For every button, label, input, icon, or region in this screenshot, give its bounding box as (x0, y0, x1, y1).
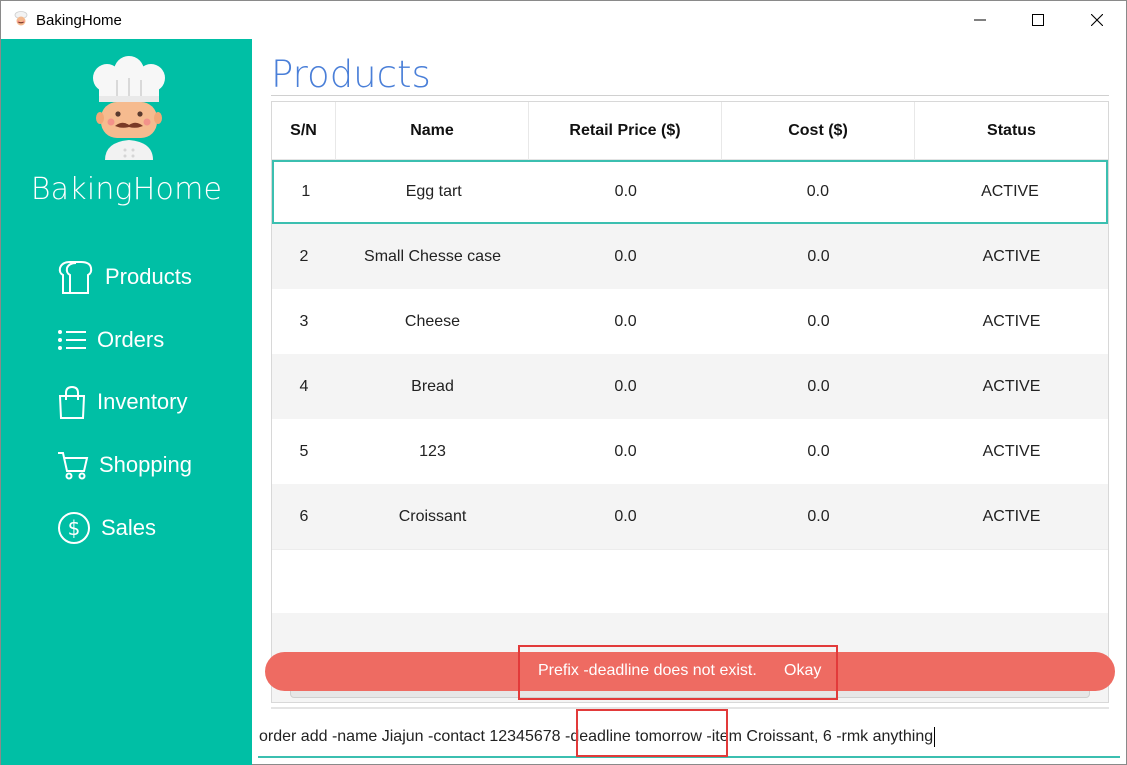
chef-icon (91, 56, 167, 160)
cell-retail-price: 0.0 (614, 507, 637, 525)
sidebar: BakingHome Products Orders Inventory Sho… (1, 39, 252, 765)
app-logo-icon (13, 11, 29, 27)
close-icon (1091, 14, 1103, 26)
window-title: BakingHome (36, 12, 122, 29)
cell-sn: 4 (299, 377, 309, 395)
cell-name: Croissant (398, 507, 467, 525)
command-text-after: -item Croissant, 6 -rmk anything (701, 728, 934, 745)
cell-status: ACTIVE (982, 442, 1041, 460)
cell-status: ACTIVE (982, 247, 1041, 265)
app-window: BakingHome BakingHome Products Orders In… (0, 0, 1127, 765)
cell-name: 123 (419, 442, 446, 460)
cell-cost: 0.0 (807, 377, 830, 395)
cell-cost: 0.0 (807, 312, 830, 330)
divider (271, 95, 1109, 96)
table-header: S/N Name Retail Price ($) Cost ($) Statu… (272, 102, 1108, 160)
column-header-cost[interactable]: Cost ($) (722, 102, 915, 160)
annotation-box-command (576, 709, 728, 757)
empty-row (272, 549, 1108, 613)
minimize-button[interactable] (951, 1, 1009, 39)
cell-retail-price: 0.0 (614, 442, 637, 460)
cell-sn: 3 (299, 312, 309, 330)
list-icon (58, 330, 86, 350)
column-header-status[interactable]: Status (915, 102, 1108, 160)
cell-sn: 2 (299, 247, 309, 265)
maximize-button[interactable] (1009, 1, 1067, 39)
title-bar: BakingHome (1, 1, 1126, 39)
sidebar-item-sales[interactable]: $ Sales (57, 508, 156, 548)
close-button[interactable] (1068, 1, 1126, 39)
table-row[interactable]: 6 Croissant 0.0 0.0 ACTIVE (272, 484, 1108, 549)
column-header-retail-price[interactable]: Retail Price ($) (529, 102, 722, 160)
table-row[interactable]: 5 123 0.0 0.0 ACTIVE (272, 419, 1108, 484)
cell-name: Cheese (404, 312, 461, 330)
sidebar-item-label: Products (105, 264, 192, 289)
table-row[interactable]: 3 Cheese 0.0 0.0 ACTIVE (272, 289, 1108, 354)
table-row[interactable]: 1 Egg tart 0.0 0.0 ACTIVE (272, 160, 1108, 224)
cell-sn: 1 (301, 183, 311, 200)
cell-name: Egg tart (405, 183, 462, 200)
table-body: 1 Egg tart 0.0 0.0 ACTIVE 2 Small Chesse… (272, 160, 1108, 613)
sidebar-item-label: Inventory (97, 389, 188, 414)
cell-retail-price: 0.0 (614, 247, 637, 265)
command-text-before: order add -name Jiajun -contact 12345678 (259, 728, 565, 745)
table-row[interactable]: 4 Bread 0.0 0.0 ACTIVE (272, 354, 1108, 419)
bag-icon (58, 385, 86, 419)
cell-cost: 0.0 (807, 442, 830, 460)
bread-icon (58, 261, 93, 294)
minimize-icon (974, 19, 986, 21)
cell-retail-price: 0.0 (614, 377, 637, 395)
cell-status: ACTIVE (982, 312, 1041, 330)
sidebar-item-label: Sales (101, 515, 157, 540)
cell-sn: 6 (299, 507, 309, 525)
cell-name: Bread (411, 377, 454, 395)
column-header-sn[interactable]: S/N (272, 102, 336, 160)
cell-status: ACTIVE (982, 377, 1041, 395)
sidebar-item-label: Orders (97, 327, 165, 352)
column-header-name[interactable]: Name (336, 102, 529, 160)
cell-cost: 0.0 (807, 507, 830, 525)
annotation-box-toast (518, 645, 838, 700)
cell-status: ACTIVE (981, 183, 1039, 200)
table-row[interactable]: 2 Small Chesse case 0.0 0.0 ACTIVE (272, 224, 1108, 289)
products-table: S/N Name Retail Price ($) Cost ($) Statu… (271, 101, 1109, 703)
cell-sn: 5 (299, 442, 309, 460)
dollar-icon: $ (58, 512, 90, 544)
sidebar-item-shopping[interactable]: Shopping (57, 445, 192, 485)
sidebar-item-label: Shopping (99, 452, 192, 477)
sidebar-item-orders[interactable]: Orders (57, 320, 164, 360)
cell-retail-price: 0.0 (614, 183, 637, 200)
sidebar-item-products[interactable]: Products (57, 257, 192, 297)
sidebar-item-inventory[interactable]: Inventory (57, 382, 188, 422)
cell-cost: 0.0 (806, 183, 829, 200)
brand-name: BakingHome (30, 172, 223, 207)
svg-text:$: $ (68, 516, 81, 540)
cell-status: ACTIVE (982, 507, 1041, 525)
maximize-icon (1032, 14, 1044, 26)
cell-retail-price: 0.0 (614, 312, 637, 330)
page-title: Products (271, 53, 431, 96)
cell-cost: 0.0 (807, 247, 830, 265)
cell-name: Small Chesse case (364, 247, 501, 265)
text-caret (934, 726, 936, 747)
cart-icon (58, 452, 89, 480)
